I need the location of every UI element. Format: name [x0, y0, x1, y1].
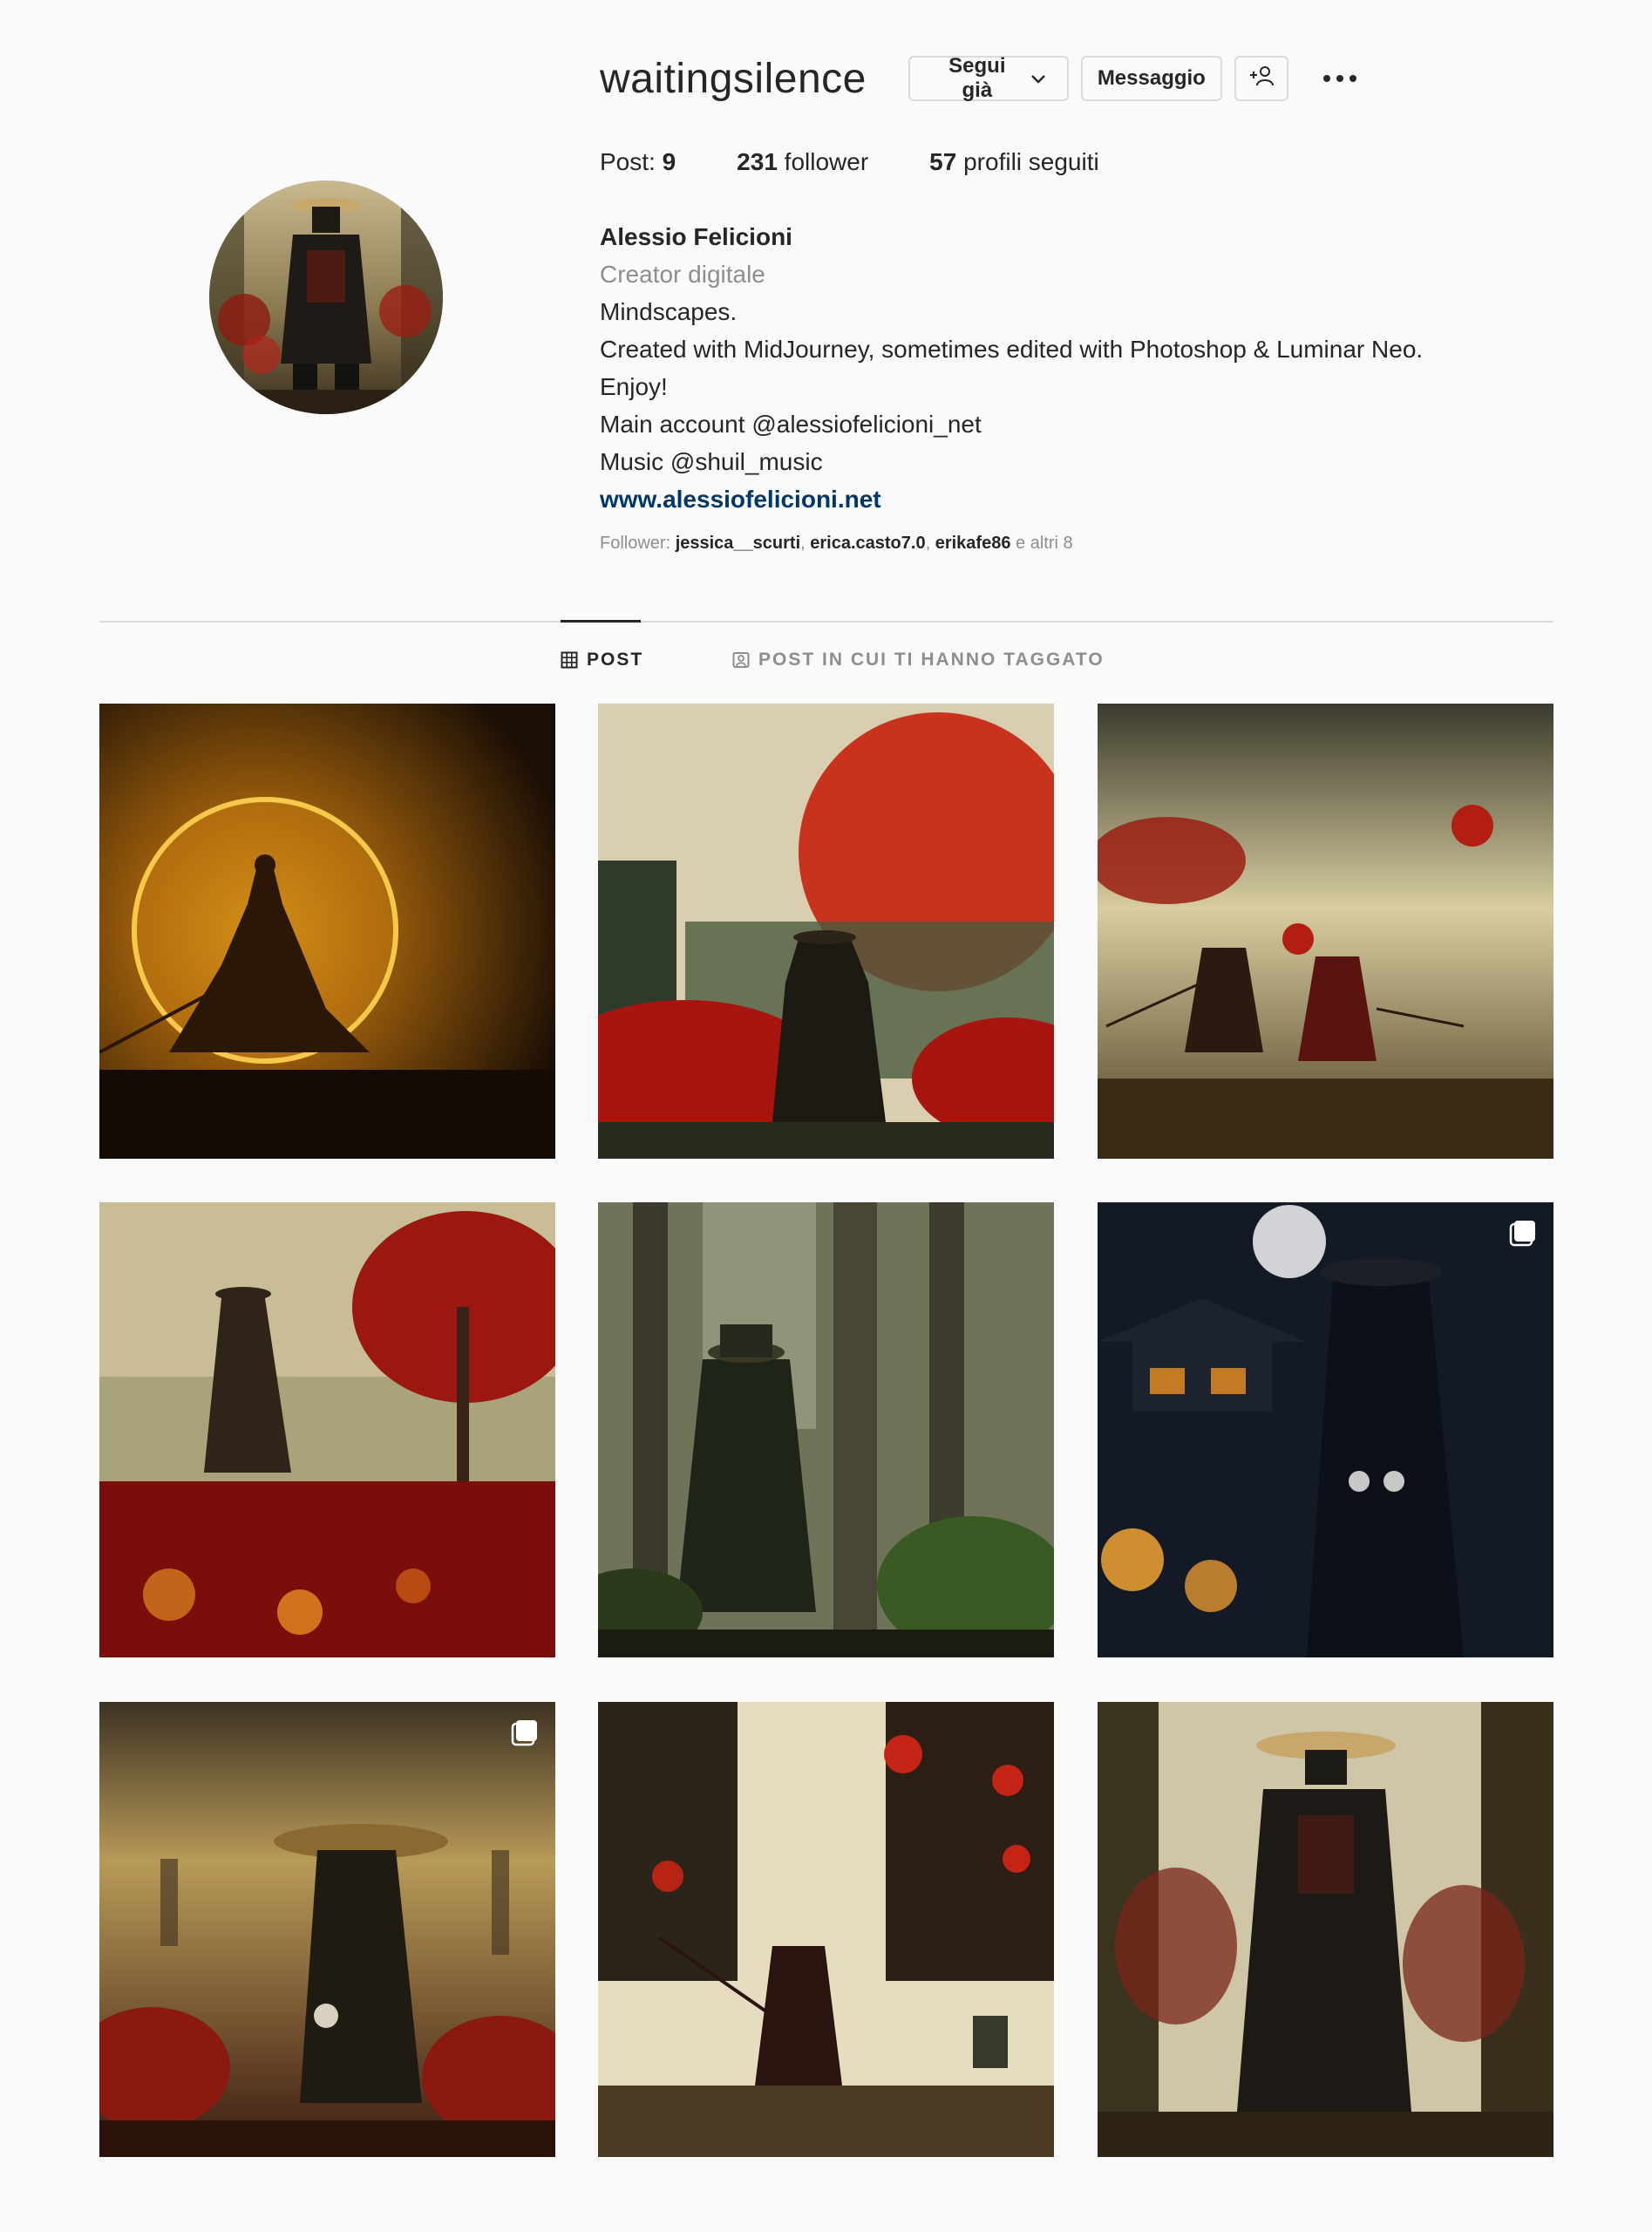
- tab-tagged[interactable]: POST IN CUI TI HANNO TAGGATO: [732, 650, 1105, 670]
- followers-number: 231: [737, 148, 778, 175]
- active-tab-indicator: [561, 620, 641, 623]
- bio-line: Main account @alessiofelicioni_net: [600, 411, 982, 438]
- posts-number: 9: [662, 148, 676, 175]
- website-link[interactable]: www.alessiofelicioni.net: [600, 480, 1423, 518]
- following-label: profili seguiti: [963, 148, 1099, 175]
- post-image: [1098, 1702, 1553, 2157]
- follower-username[interactable]: jessica__scurti: [676, 534, 800, 553]
- post-thumbnail[interactable]: [1098, 704, 1553, 1159]
- bio-line: Enjoy!: [600, 373, 668, 400]
- post-thumbnail[interactable]: [99, 704, 555, 1159]
- following-number: 57: [929, 148, 957, 175]
- tabs-divider: [99, 621, 1553, 623]
- followed-by-label: Follower:: [600, 534, 671, 553]
- following-button[interactable]: Segui già: [908, 54, 1069, 102]
- post-image: [99, 1702, 555, 2157]
- bio: Alessio Felicioni Creator digitale Minds…: [600, 218, 1423, 518]
- posts-label: Post:: [600, 148, 656, 175]
- chevron-down-icon: [1030, 66, 1046, 91]
- post-image: [99, 1202, 555, 1657]
- post-image: [598, 704, 1054, 1159]
- message-button[interactable]: Messaggio: [1080, 56, 1222, 101]
- post-image: [99, 704, 555, 1159]
- username: waitingsilence: [600, 55, 867, 102]
- tab-posts-label: POST: [587, 650, 644, 670]
- suggested-accounts-button[interactable]: [1234, 56, 1288, 101]
- post-thumbnail[interactable]: [598, 1702, 1054, 2157]
- follower-username[interactable]: erica.casto7.0: [810, 534, 925, 553]
- profile-header: waitingsilence Segui già Messaggio Post:…: [0, 0, 1652, 610]
- followers-link[interactable]: 231 follower: [737, 148, 868, 176]
- avatar-image: [209, 180, 443, 414]
- more-options-icon[interactable]: [1318, 57, 1362, 100]
- bio-line: Created with MidJourney, sometimes edite…: [600, 336, 1424, 363]
- profile-actions-row: waitingsilence Segui già Messaggio: [600, 52, 1362, 105]
- tab-tagged-label: POST IN CUI TI HANNO TAGGATO: [758, 650, 1105, 670]
- bio-line: Mindscapes.: [600, 298, 738, 325]
- post-image: [1098, 704, 1553, 1159]
- carousel-icon: [1508, 1218, 1538, 1248]
- profile-tabs: POST POST IN CUI TI HANNO TAGGATO: [0, 650, 1652, 676]
- tab-posts[interactable]: POST: [561, 650, 643, 670]
- post-image: [598, 1702, 1054, 2157]
- avatar[interactable]: [209, 180, 443, 414]
- post-thumbnail[interactable]: [1098, 1702, 1553, 2157]
- followed-by-others: e altri 8: [1016, 534, 1073, 553]
- post-image: [598, 1202, 1054, 1657]
- posts-count: Post: 9: [600, 148, 676, 176]
- bio-line: Music @shuil_music: [600, 448, 823, 475]
- separator: ,: [925, 534, 935, 553]
- separator: ,: [800, 534, 811, 553]
- post-thumbnail[interactable]: [99, 1202, 555, 1657]
- followers-label: follower: [784, 148, 869, 175]
- post-thumbnail[interactable]: [598, 704, 1054, 1159]
- post-thumbnail[interactable]: [99, 1702, 555, 2157]
- add-person-icon: [1248, 65, 1275, 93]
- follower-username[interactable]: erikafe86: [935, 534, 1011, 553]
- following-button-label: Segui già: [948, 54, 1006, 102]
- tag-icon: [732, 652, 750, 668]
- post-image: [1098, 1202, 1553, 1657]
- carousel-icon: [510, 1718, 540, 1747]
- full-name: Alessio Felicioni: [600, 223, 792, 250]
- profile-stats: Post: 9 231 follower 57 profili seguiti: [600, 148, 1160, 176]
- post-thumbnail[interactable]: [1098, 1202, 1553, 1657]
- post-thumbnail[interactable]: [598, 1202, 1054, 1657]
- followed-by[interactable]: Follower: jessica__scurti, erica.casto7.…: [600, 534, 1073, 554]
- grid-icon: [561, 651, 578, 669]
- following-link[interactable]: 57 profili seguiti: [929, 148, 1099, 176]
- category-label: Creator digitale: [600, 261, 765, 288]
